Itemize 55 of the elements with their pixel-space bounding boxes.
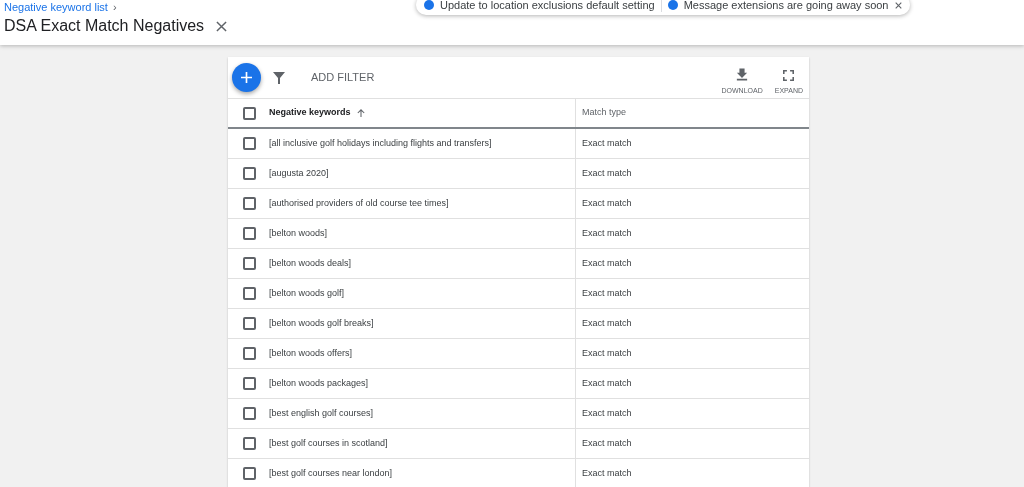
match-type-cell-text: Exact match xyxy=(582,376,632,390)
match-type-cell-text: Exact match xyxy=(582,136,632,150)
add-button[interactable] xyxy=(232,63,261,92)
column-header[interactable]: Match type xyxy=(582,106,627,120)
keyword-cell-text: [belton woods packages] xyxy=(269,376,369,390)
breadcrumb-link[interactable]: Negative keyword list xyxy=(4,1,108,14)
fullscreen-icon xyxy=(783,70,795,81)
checkbox[interactable] xyxy=(243,197,256,210)
notification-text[interactable]: Message extensions are going away soon xyxy=(683,0,889,12)
keyword-cell-text: [all inclusive golf holidays including flights and transfers] xyxy=(269,136,492,150)
checkbox[interactable] xyxy=(243,137,256,150)
checkbox[interactable] xyxy=(243,227,256,240)
checkbox[interactable] xyxy=(243,106,256,120)
match-type-cell-text: Exact match xyxy=(582,346,632,360)
checkbox[interactable] xyxy=(243,467,256,480)
keyword-cell-text: [belton woods golf] xyxy=(269,286,345,300)
keyword-cell-text: [best golf courses in scotland] xyxy=(269,436,388,450)
notification-text[interactable]: Update to location exclusions default setting xyxy=(440,0,655,12)
keyword-cell-text: [belton woods deals] xyxy=(269,256,352,270)
plus-icon xyxy=(241,72,252,83)
match-type-cell-text: Exact match xyxy=(582,196,632,210)
close-icon[interactable] xyxy=(216,20,228,32)
close-icon[interactable] xyxy=(894,1,902,9)
add-filter-button[interactable]: ADD FILTER xyxy=(311,69,375,86)
breadcrumb-separator: › xyxy=(112,1,117,14)
checkbox[interactable] xyxy=(243,377,256,390)
match-type-cell-text: Exact match xyxy=(582,256,632,270)
match-type-cell-text: Exact match xyxy=(582,406,632,420)
checkbox[interactable] xyxy=(243,287,256,300)
keyword-cell-text: [best english golf courses] xyxy=(269,406,374,420)
match-type-cell-text: Exact match xyxy=(582,466,632,480)
column-header[interactable]: Negative keywords xyxy=(269,106,351,120)
checkbox[interactable] xyxy=(243,257,256,270)
checkbox[interactable] xyxy=(243,317,256,330)
keyword-cell-text: [augusta 2020] xyxy=(269,166,329,180)
match-type-cell-text: Exact match xyxy=(582,226,632,240)
checkbox[interactable] xyxy=(243,167,256,180)
info-icon xyxy=(667,0,678,10)
checkbox[interactable] xyxy=(243,347,256,360)
filter-icon[interactable] xyxy=(273,71,285,84)
keyword-cell-text: [authorised providers of old course tee times] xyxy=(269,196,449,210)
match-type-cell-text: Exact match xyxy=(582,316,632,330)
keyword-cell-text: [belton woods] xyxy=(269,226,328,240)
keyword-cell-text: [belton woods offers] xyxy=(269,346,352,360)
checkbox[interactable] xyxy=(243,407,256,420)
keyword-cell-text: [best golf courses near london] xyxy=(269,466,393,480)
match-type-cell-text: Exact match xyxy=(582,436,632,450)
match-type-cell-text: Exact match xyxy=(582,286,632,300)
download-icon xyxy=(736,68,749,81)
keyword-cell-text: [belton woods golf breaks] xyxy=(269,316,374,330)
sort-arrow-icon[interactable] xyxy=(356,109,365,117)
match-type-cell-text: Exact match xyxy=(582,166,632,180)
checkbox[interactable] xyxy=(243,437,256,450)
page-title: DSA Exact Match Negatives xyxy=(4,16,205,36)
info-icon xyxy=(424,0,434,10)
